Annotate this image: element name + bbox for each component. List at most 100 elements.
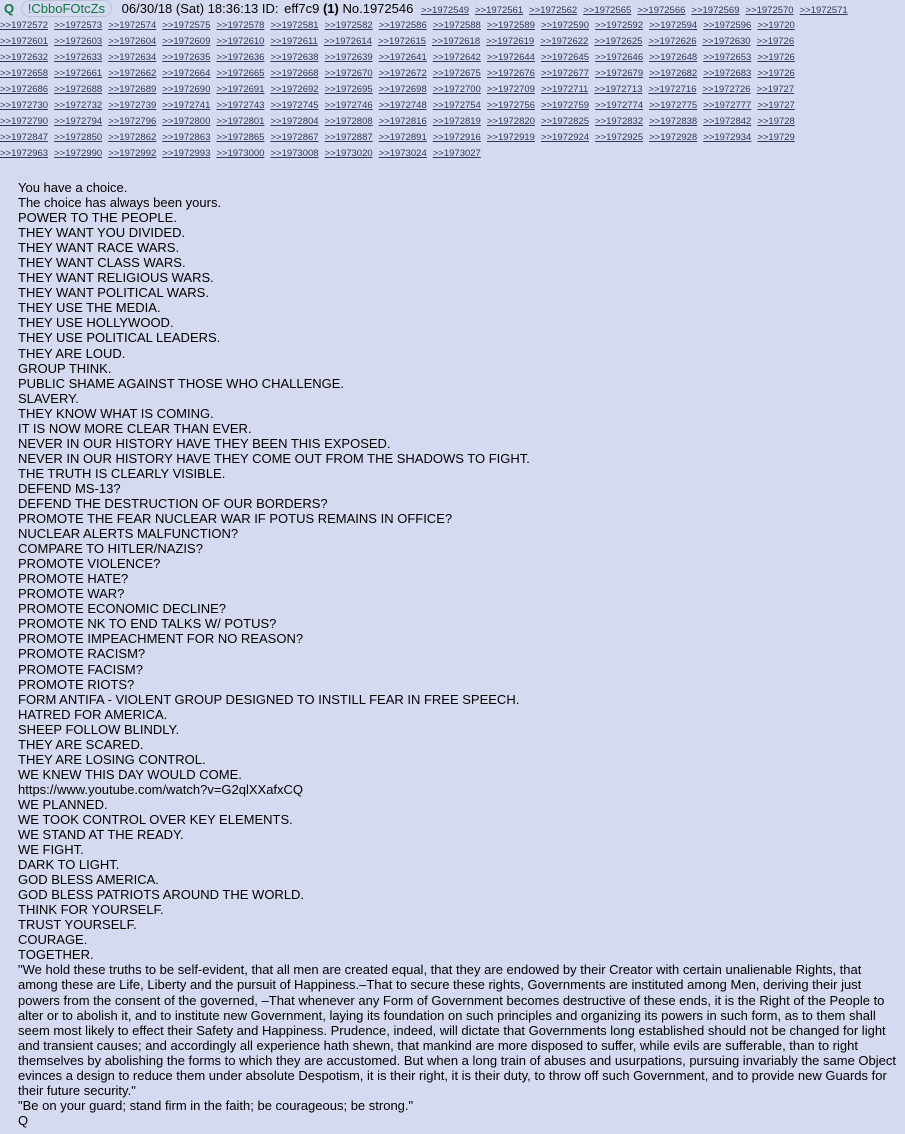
- reply-link[interactable]: >>1972609: [162, 36, 210, 47]
- reply-link[interactable]: >>1972739: [108, 100, 156, 111]
- reply-link[interactable]: >>1972592: [595, 20, 643, 31]
- reply-link[interactable]: >>1972630: [703, 36, 751, 47]
- reply-link[interactable]: >>1972891: [379, 132, 427, 143]
- reply-link[interactable]: >>1972604: [108, 36, 156, 47]
- reply-link[interactable]: >>1972832: [595, 116, 643, 127]
- reply-link[interactable]: >>1972816: [379, 116, 427, 127]
- reply-link[interactable]: >>1972691: [216, 84, 264, 95]
- reply-link[interactable]: >>1972863: [162, 132, 210, 143]
- reply-link[interactable]: >>1972562: [529, 5, 577, 16]
- reply-link[interactable]: >>1972794: [54, 116, 102, 127]
- reply-link[interactable]: >>1972690: [162, 84, 210, 95]
- reply-link[interactable]: >>1972819: [433, 116, 481, 127]
- reply-link[interactable]: >>1972603: [54, 36, 102, 47]
- reply-link[interactable]: >>1972645: [541, 52, 589, 63]
- reply-link[interactable]: >>1972777: [703, 100, 751, 111]
- reply-link[interactable]: >>1972919: [487, 132, 535, 143]
- reply-link[interactable]: >>1972626: [648, 36, 696, 47]
- reply-link[interactable]: >>1972745: [270, 100, 318, 111]
- reply-link[interactable]: >>19729: [757, 132, 795, 143]
- reply-link[interactable]: >>1972610: [216, 36, 264, 47]
- reply-link[interactable]: >>1972611: [270, 36, 317, 47]
- post-number[interactable]: No.1972546: [342, 1, 413, 16]
- reply-link[interactable]: >>1972594: [649, 20, 697, 31]
- reply-link[interactable]: >>1972748: [379, 100, 427, 111]
- reply-link[interactable]: >>1972668: [270, 68, 318, 79]
- reply-link[interactable]: >>1972993: [162, 148, 210, 159]
- reply-link[interactable]: >>19726: [757, 36, 795, 47]
- reply-link[interactable]: >>1972619: [486, 36, 534, 47]
- reply-link[interactable]: >>1972925: [595, 132, 643, 143]
- reply-link[interactable]: >>1973027: [433, 148, 481, 159]
- reply-link[interactable]: >>1972561: [475, 5, 523, 16]
- reply-link[interactable]: >>1972549: [421, 5, 469, 16]
- reply-link[interactable]: >>1972695: [325, 84, 373, 95]
- reply-link[interactable]: >>1972825: [541, 116, 589, 127]
- reply-link[interactable]: >>1972588: [433, 20, 481, 31]
- reply-link[interactable]: >>1972664: [162, 68, 210, 79]
- reply-link[interactable]: >>1972689: [108, 84, 156, 95]
- reply-link[interactable]: >>1972625: [594, 36, 642, 47]
- reply-link[interactable]: >>1972865: [216, 132, 264, 143]
- reply-link[interactable]: >>1972615: [378, 36, 426, 47]
- reply-link[interactable]: >>1972713: [594, 84, 642, 95]
- reply-link[interactable]: >>1972581: [270, 20, 318, 31]
- reply-link[interactable]: >>1972596: [703, 20, 751, 31]
- reply-link[interactable]: >>1972644: [487, 52, 535, 63]
- reply-link[interactable]: >>1972572: [0, 20, 48, 31]
- reply-link[interactable]: >>1972804: [270, 116, 318, 127]
- reply-link[interactable]: >>1972569: [691, 5, 739, 16]
- reply-link[interactable]: >>1972573: [54, 20, 102, 31]
- reply-link[interactable]: >>1972924: [541, 132, 589, 143]
- reply-link[interactable]: >>1972711: [541, 84, 588, 95]
- reply-link[interactable]: >>19727: [757, 84, 795, 95]
- reply-link[interactable]: >>1972672: [379, 68, 427, 79]
- youtube-link[interactable]: https://www.youtube.com/watch?v=G2qlXXaf…: [18, 782, 899, 797]
- reply-link[interactable]: >>1972928: [649, 132, 697, 143]
- reply-link[interactable]: >>1972916: [433, 132, 481, 143]
- reply-link[interactable]: >>19727: [757, 100, 795, 111]
- reply-link[interactable]: >>19726: [757, 52, 795, 63]
- reply-link[interactable]: >>1973008: [270, 148, 318, 159]
- reply-link[interactable]: >>1972800: [162, 116, 210, 127]
- reply-link[interactable]: >>1972990: [54, 148, 102, 159]
- reply-link[interactable]: >>1972570: [746, 5, 794, 16]
- reply-link[interactable]: >>1972635: [162, 52, 210, 63]
- reply-link[interactable]: >>1972641: [379, 52, 427, 63]
- reply-link[interactable]: >>1972648: [649, 52, 697, 63]
- reply-link[interactable]: >>1973020: [325, 148, 373, 159]
- poster-id[interactable]: eff7c9: [284, 1, 319, 16]
- reply-link[interactable]: >>1972746: [325, 100, 373, 111]
- reply-link[interactable]: >>1972682: [649, 68, 697, 79]
- reply-link[interactable]: >>1972589: [487, 20, 535, 31]
- tripcode[interactable]: !CbboFOtcZs: [20, 0, 113, 17]
- reply-link[interactable]: >>1972887: [325, 132, 373, 143]
- reply-link[interactable]: >>1972934: [703, 132, 751, 143]
- reply-link[interactable]: >>1972565: [583, 5, 631, 16]
- reply-link[interactable]: >>1972642: [433, 52, 481, 63]
- reply-link[interactable]: >>1972679: [595, 68, 643, 79]
- reply-link[interactable]: >>1972963: [0, 148, 48, 159]
- reply-link[interactable]: >>1972790: [0, 116, 48, 127]
- reply-link[interactable]: >>1972867: [270, 132, 318, 143]
- reply-link[interactable]: >>1972850: [54, 132, 102, 143]
- reply-link[interactable]: >>1972754: [433, 100, 481, 111]
- reply-link[interactable]: >>1972590: [541, 20, 589, 31]
- reply-link[interactable]: >>1973000: [216, 148, 264, 159]
- reply-link[interactable]: >>1972632: [0, 52, 48, 63]
- reply-link[interactable]: >>1972692: [270, 84, 318, 95]
- reply-link[interactable]: >>1972842: [703, 116, 751, 127]
- reply-link[interactable]: >>1972586: [379, 20, 427, 31]
- reply-link[interactable]: >>1972796: [108, 116, 156, 127]
- reply-link[interactable]: >>1972574: [108, 20, 156, 31]
- reply-link[interactable]: >>1972732: [54, 100, 102, 111]
- reply-link[interactable]: >>19726: [757, 68, 795, 79]
- reply-link[interactable]: >>1972571: [800, 5, 848, 16]
- reply-link[interactable]: >>1972677: [541, 68, 589, 79]
- reply-link[interactable]: >>1972743: [216, 100, 264, 111]
- reply-link[interactable]: >>1972662: [108, 68, 156, 79]
- reply-link[interactable]: >>1972683: [703, 68, 751, 79]
- reply-link[interactable]: >>1972756: [487, 100, 535, 111]
- reply-link[interactable]: >>1972862: [108, 132, 156, 143]
- reply-link[interactable]: >>1972688: [54, 84, 102, 95]
